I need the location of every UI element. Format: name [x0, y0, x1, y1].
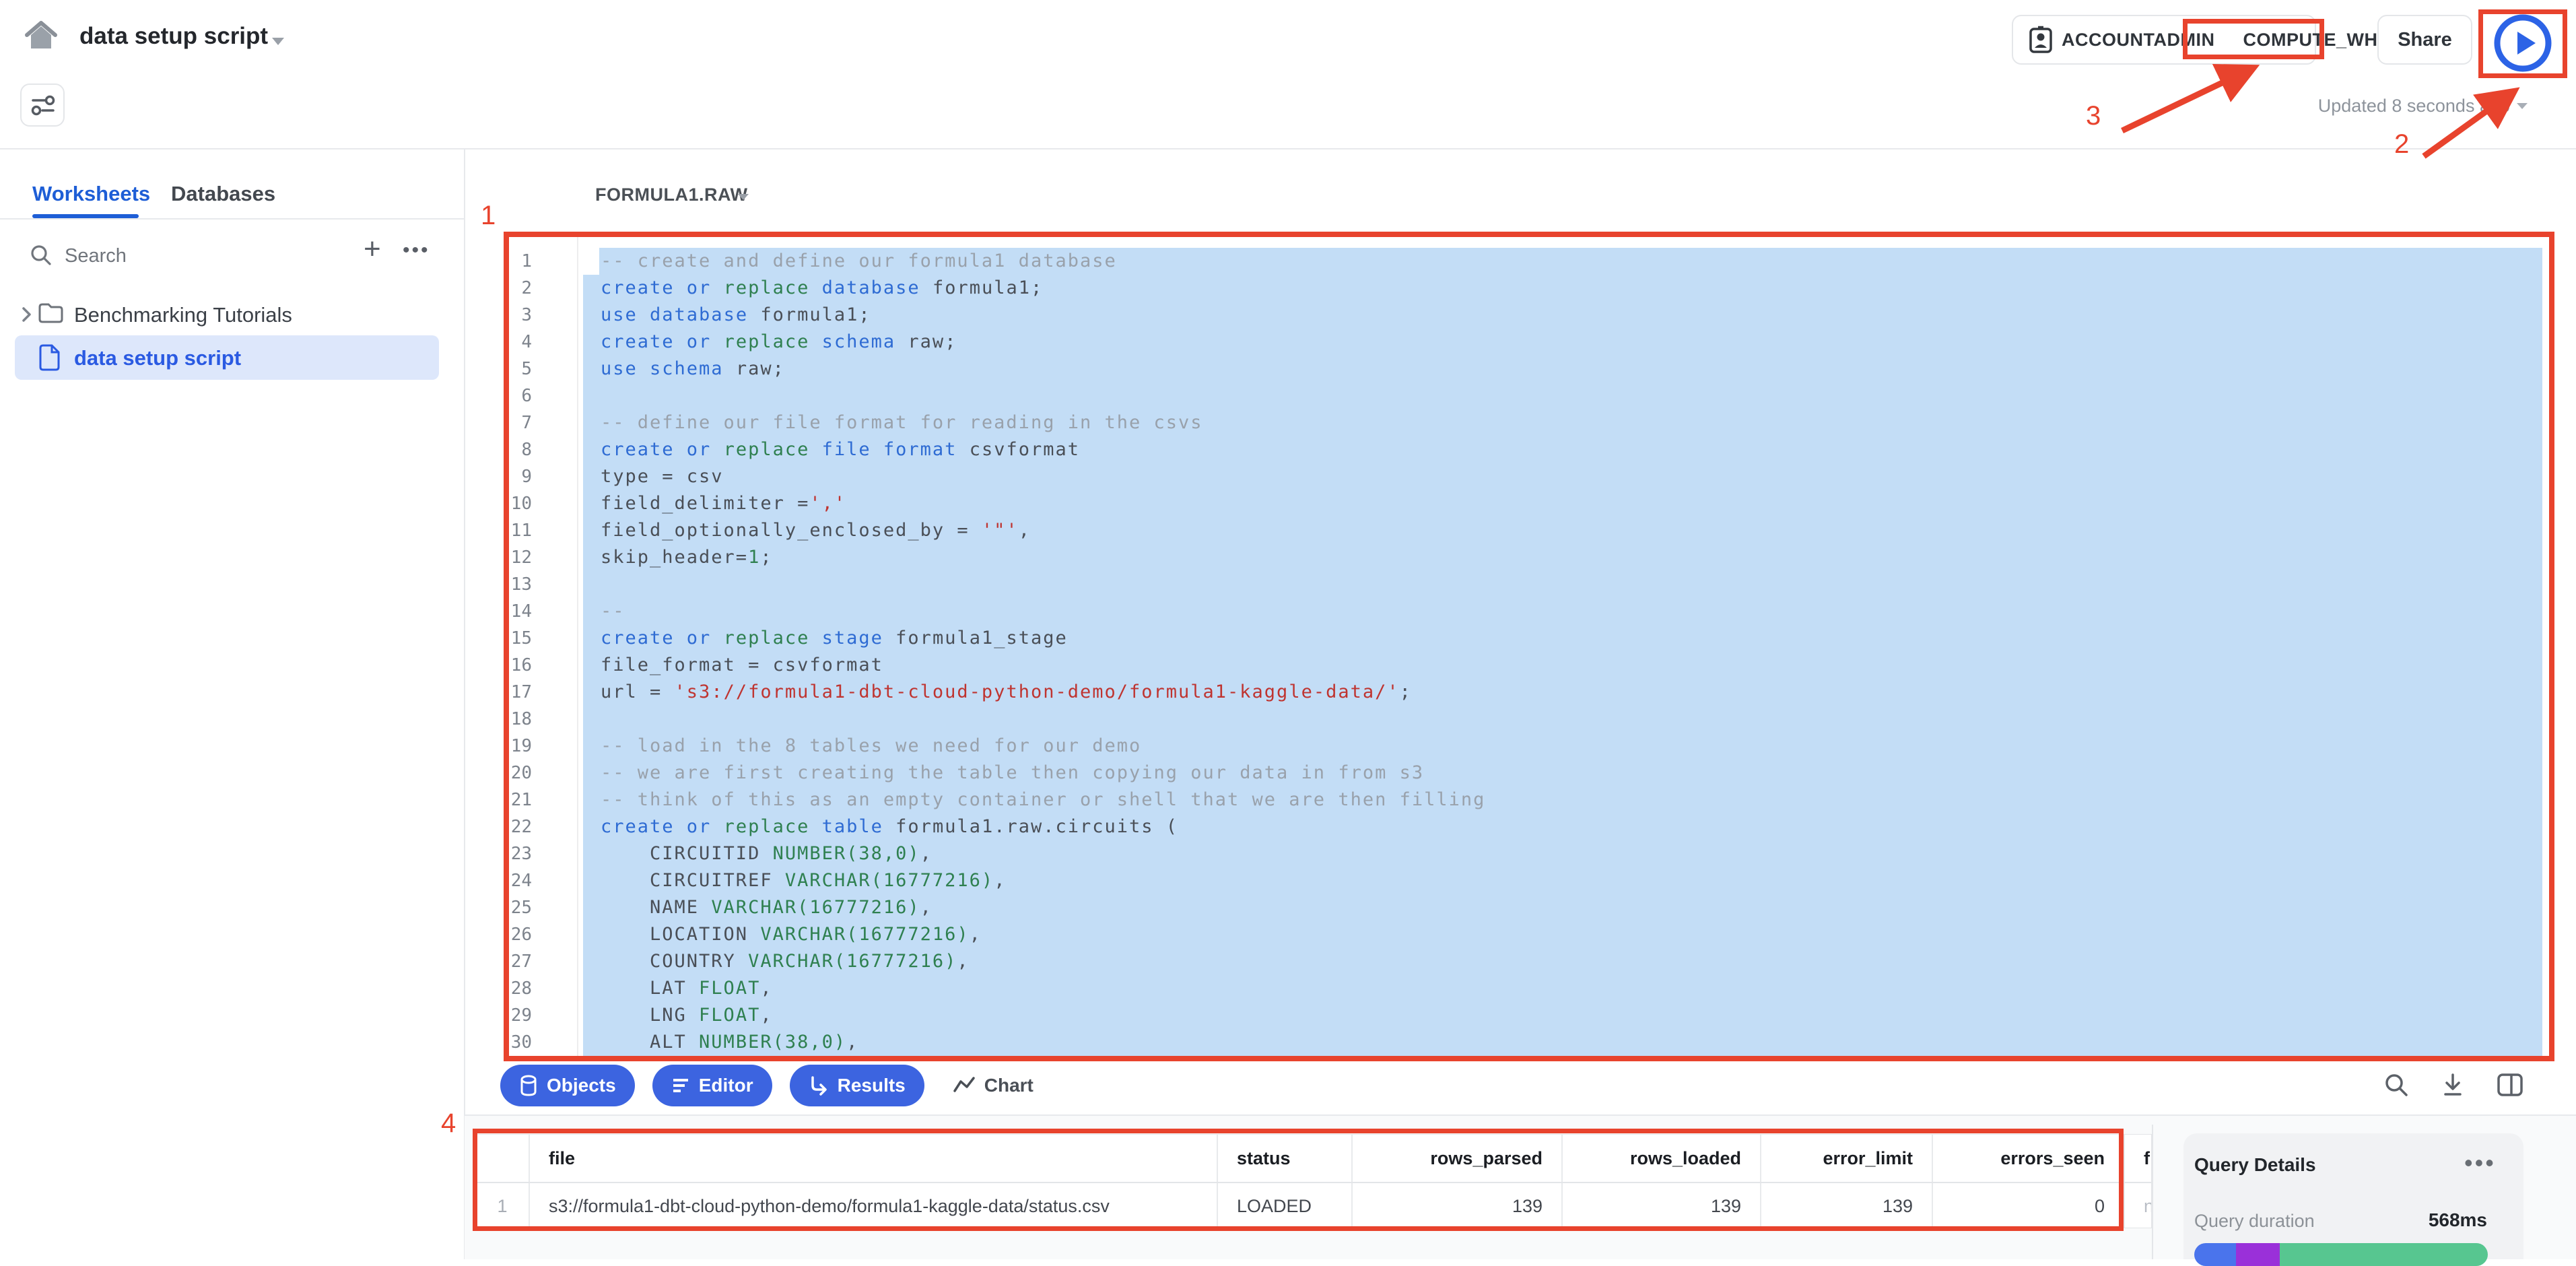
duration-bar-segment: [2280, 1243, 2488, 1266]
annotation-label-1: 1: [481, 201, 496, 231]
sidebar-more-button[interactable]: •••: [403, 237, 430, 264]
worksheet-context-selector[interactable]: FORMULA1.RAW: [595, 185, 747, 205]
new-worksheet-button[interactable]: +: [364, 234, 381, 264]
updated-text: Updated 8 seconds ago: [2318, 96, 2510, 116]
column-header: f: [2125, 1135, 2152, 1182]
editor-label: Editor: [699, 1075, 753, 1096]
return-arrow-icon: [809, 1075, 829, 1096]
sidebar-border: [464, 149, 465, 1259]
results-actions: [2383, 1072, 2523, 1098]
query-duration-label: Query duration: [2194, 1211, 2315, 1232]
annotation-label-2: 2: [2394, 129, 2409, 160]
annotation-box-3: [2183, 19, 2324, 59]
database-icon: [519, 1075, 538, 1096]
annotation-label-4: 4: [441, 1108, 456, 1139]
chart-zigzag-icon: [953, 1076, 976, 1095]
title-dropdown-icon[interactable]: [272, 38, 284, 45]
objects-toggle-button[interactable]: Objects: [500, 1065, 635, 1106]
query-details-menu[interactable]: •••: [2464, 1149, 2496, 1177]
sidebar-divider: [0, 218, 465, 220]
search-input[interactable]: Search: [65, 245, 127, 267]
results-pane-divider: [2152, 1125, 2153, 1259]
home-icon[interactable]: [23, 18, 59, 54]
download-icon[interactable]: [2440, 1072, 2466, 1098]
query-duration-bar: [2194, 1243, 2488, 1266]
split-view-icon[interactable]: [2497, 1073, 2523, 1097]
header-divider: [0, 148, 2576, 149]
annotation-label-3: 3: [2086, 101, 2101, 131]
worksheet-settings-button[interactable]: [20, 84, 65, 127]
table-cell: n: [2125, 1183, 2152, 1228]
sidebar-item-benchmarking-tutorials[interactable]: Benchmarking Tutorials: [74, 303, 292, 327]
updated-dropdown-icon: [2517, 103, 2528, 109]
objects-label: Objects: [547, 1075, 616, 1096]
folder-chevron-icon[interactable]: [19, 306, 34, 323]
duration-bar-segment: [2194, 1243, 2236, 1266]
results-toggle-button[interactable]: Results: [790, 1065, 924, 1106]
sidebar-item-data-setup-script[interactable]: data setup script: [74, 346, 241, 370]
annotation-box-1: [504, 232, 2554, 1061]
page-title: data setup script: [79, 23, 268, 50]
chart-label: Chart: [984, 1075, 1033, 1096]
lines-icon: [671, 1076, 690, 1095]
context-dropdown-icon[interactable]: [738, 194, 749, 200]
tab-databases[interactable]: Databases: [171, 182, 275, 206]
search-results-icon[interactable]: [2383, 1072, 2409, 1098]
pane-toolbar: Objects Editor Results Chart: [500, 1064, 1033, 1107]
duration-bar-segment: [2236, 1243, 2280, 1266]
search-icon: [30, 244, 53, 267]
query-duration-value: 568ms: [2386, 1209, 2487, 1231]
editor-toggle-button[interactable]: Editor: [652, 1065, 772, 1106]
annotation-box-2: [2478, 9, 2567, 78]
query-details-title: Query Details: [2194, 1154, 2316, 1176]
results-label: Results: [838, 1075, 906, 1096]
role-badge-icon: [2029, 26, 2052, 54]
sliders-icon: [28, 90, 57, 120]
tab-worksheets[interactable]: Worksheets: [32, 182, 150, 206]
chart-toggle-button[interactable]: Chart: [953, 1075, 1033, 1096]
worksheet-doc-icon: [39, 343, 61, 372]
updated-status[interactable]: Updated 8 seconds ago: [2318, 96, 2528, 116]
annotation-box-4: [473, 1129, 2124, 1231]
share-button[interactable]: Share: [2377, 15, 2472, 65]
folder-icon: [38, 302, 63, 323]
